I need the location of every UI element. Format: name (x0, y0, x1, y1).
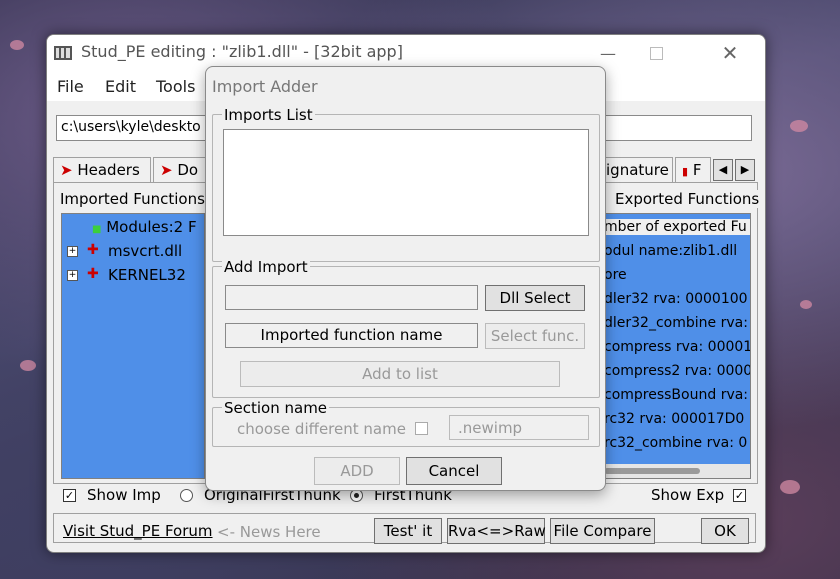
show-imp-label: Show Imp (87, 486, 161, 504)
tab-functions[interactable]: ▮ F (675, 157, 711, 183)
section-name-field[interactable]: .newimp (449, 415, 589, 440)
tab-dos[interactable]: ➤ Do (153, 157, 213, 183)
ok-button[interactable]: OK (701, 518, 749, 544)
list-item[interactable]: dler32 rva: 0000100 (604, 291, 748, 307)
section-name-label: Section name (222, 399, 330, 417)
menu-edit[interactable]: Edit (105, 77, 136, 96)
menu-file[interactable]: File (57, 77, 84, 96)
dialog-title: Import Adder (212, 77, 318, 96)
cancel-button[interactable]: Cancel (406, 457, 502, 485)
background-petal (10, 40, 24, 50)
window-title: Stud_PE editing : "zlib1.dll" - [32bit a… (81, 42, 403, 61)
list-item[interactable]: mber of exported Fu (600, 219, 750, 235)
scrollbar-thumb[interactable] (604, 468, 700, 474)
dll-select-button[interactable]: Dll Select (485, 285, 585, 311)
expand-icon[interactable]: + (67, 270, 78, 281)
tree-root[interactable]: ■ Modules:2 F (92, 218, 197, 236)
modules-icon: ■ (92, 224, 102, 235)
list-item[interactable]: compress2 rva: 00001 (604, 363, 750, 379)
list-item[interactable]: odul name:zlib1.dll (604, 243, 737, 259)
tab-scroll-right-button[interactable]: ▶ (735, 159, 755, 181)
imported-functions-label: Imported Functions (57, 190, 208, 208)
list-item[interactable]: ore (604, 267, 627, 283)
background-petal (780, 480, 800, 494)
menu-tools[interactable]: Tools (156, 77, 195, 96)
choose-different-name-label: choose different name (237, 420, 406, 438)
add-import-label: Add Import (222, 258, 310, 276)
close-icon: ✕ (721, 41, 739, 65)
list-item[interactable]: compressBound rva: ( (604, 387, 750, 403)
background-petal (800, 300, 812, 309)
imports-list-label: Imports List (222, 106, 315, 124)
tab-headers[interactable]: ➤ Headers (53, 157, 151, 183)
background-petal (790, 120, 808, 132)
list-item[interactable]: rc32 rva: 000017D0 (604, 411, 744, 427)
dos-tab-icon: ➤ (160, 161, 173, 179)
list-item[interactable]: dler32_combine rva: (604, 315, 748, 331)
maximize-icon (649, 46, 663, 60)
original-first-thunk-radio[interactable] (180, 489, 193, 502)
tab-headers-label: Headers (77, 161, 140, 179)
tab-functions-label: F (692, 161, 702, 179)
function-name-field[interactable]: Imported function name (225, 323, 478, 348)
functions-tab-icon: ▮ (682, 165, 689, 178)
add-button[interactable]: ADD (314, 457, 400, 485)
file-compare-button[interactable]: File Compare (550, 518, 655, 544)
choose-different-name-checkbox[interactable] (415, 422, 428, 435)
show-imp-checkbox[interactable]: ✓ (63, 489, 76, 502)
radio-selected-dot (354, 493, 359, 498)
exported-functions-label: Exported Functions (612, 190, 763, 208)
test-it-button[interactable]: Test' it (374, 518, 442, 544)
close-button[interactable]: ✕ (707, 35, 753, 71)
background-petal (20, 360, 36, 371)
module-icon: ✚ (87, 266, 99, 282)
tree-item-kernel32[interactable]: KERNEL32 (108, 266, 186, 284)
stud-pe-app-icon (53, 42, 73, 62)
forum-link[interactable]: Visit Stud_PE Forum (63, 522, 213, 540)
list-item[interactable]: rc32_combine rva: 0 (604, 435, 747, 451)
exports-list[interactable]: mber of exported Fu odul name:zlib1.dll … (599, 213, 751, 479)
show-exp-label: Show Exp (651, 486, 725, 504)
tree-item-msvcrt[interactable]: msvcrt.dll (108, 242, 182, 260)
horizontal-scrollbar[interactable] (600, 464, 750, 478)
select-func-button[interactable]: Select func. (485, 323, 585, 349)
tab-signature-label: ignature (606, 161, 669, 179)
maximize-button[interactable] (633, 35, 679, 71)
imports-list[interactable] (223, 129, 589, 236)
tab-dos-label: Do (177, 161, 199, 179)
module-icon: ✚ (87, 242, 99, 258)
tree-root-label: Modules:2 F (106, 218, 197, 236)
dll-name-field[interactable] (225, 285, 478, 310)
headers-tab-icon: ➤ (60, 161, 73, 179)
rva-raw-button[interactable]: Rva<=>Raw (447, 518, 546, 544)
import-adder-dialog: Import Adder Imports List Add Import Dll… (205, 66, 606, 491)
add-to-list-button[interactable]: Add to list (240, 361, 560, 387)
expand-icon[interactable]: + (67, 246, 78, 257)
list-item[interactable]: compress rva: 000013 (604, 339, 750, 355)
news-label: <- News Here (217, 523, 321, 541)
show-exp-checkbox[interactable]: ✓ (733, 489, 746, 502)
tab-signature[interactable]: ignature (599, 157, 673, 183)
tab-scroll-left-button[interactable]: ◀ (713, 159, 733, 181)
imports-tree[interactable]: ■ Modules:2 F + ✚ msvcrt.dll + ✚ KERNEL3… (61, 213, 205, 479)
